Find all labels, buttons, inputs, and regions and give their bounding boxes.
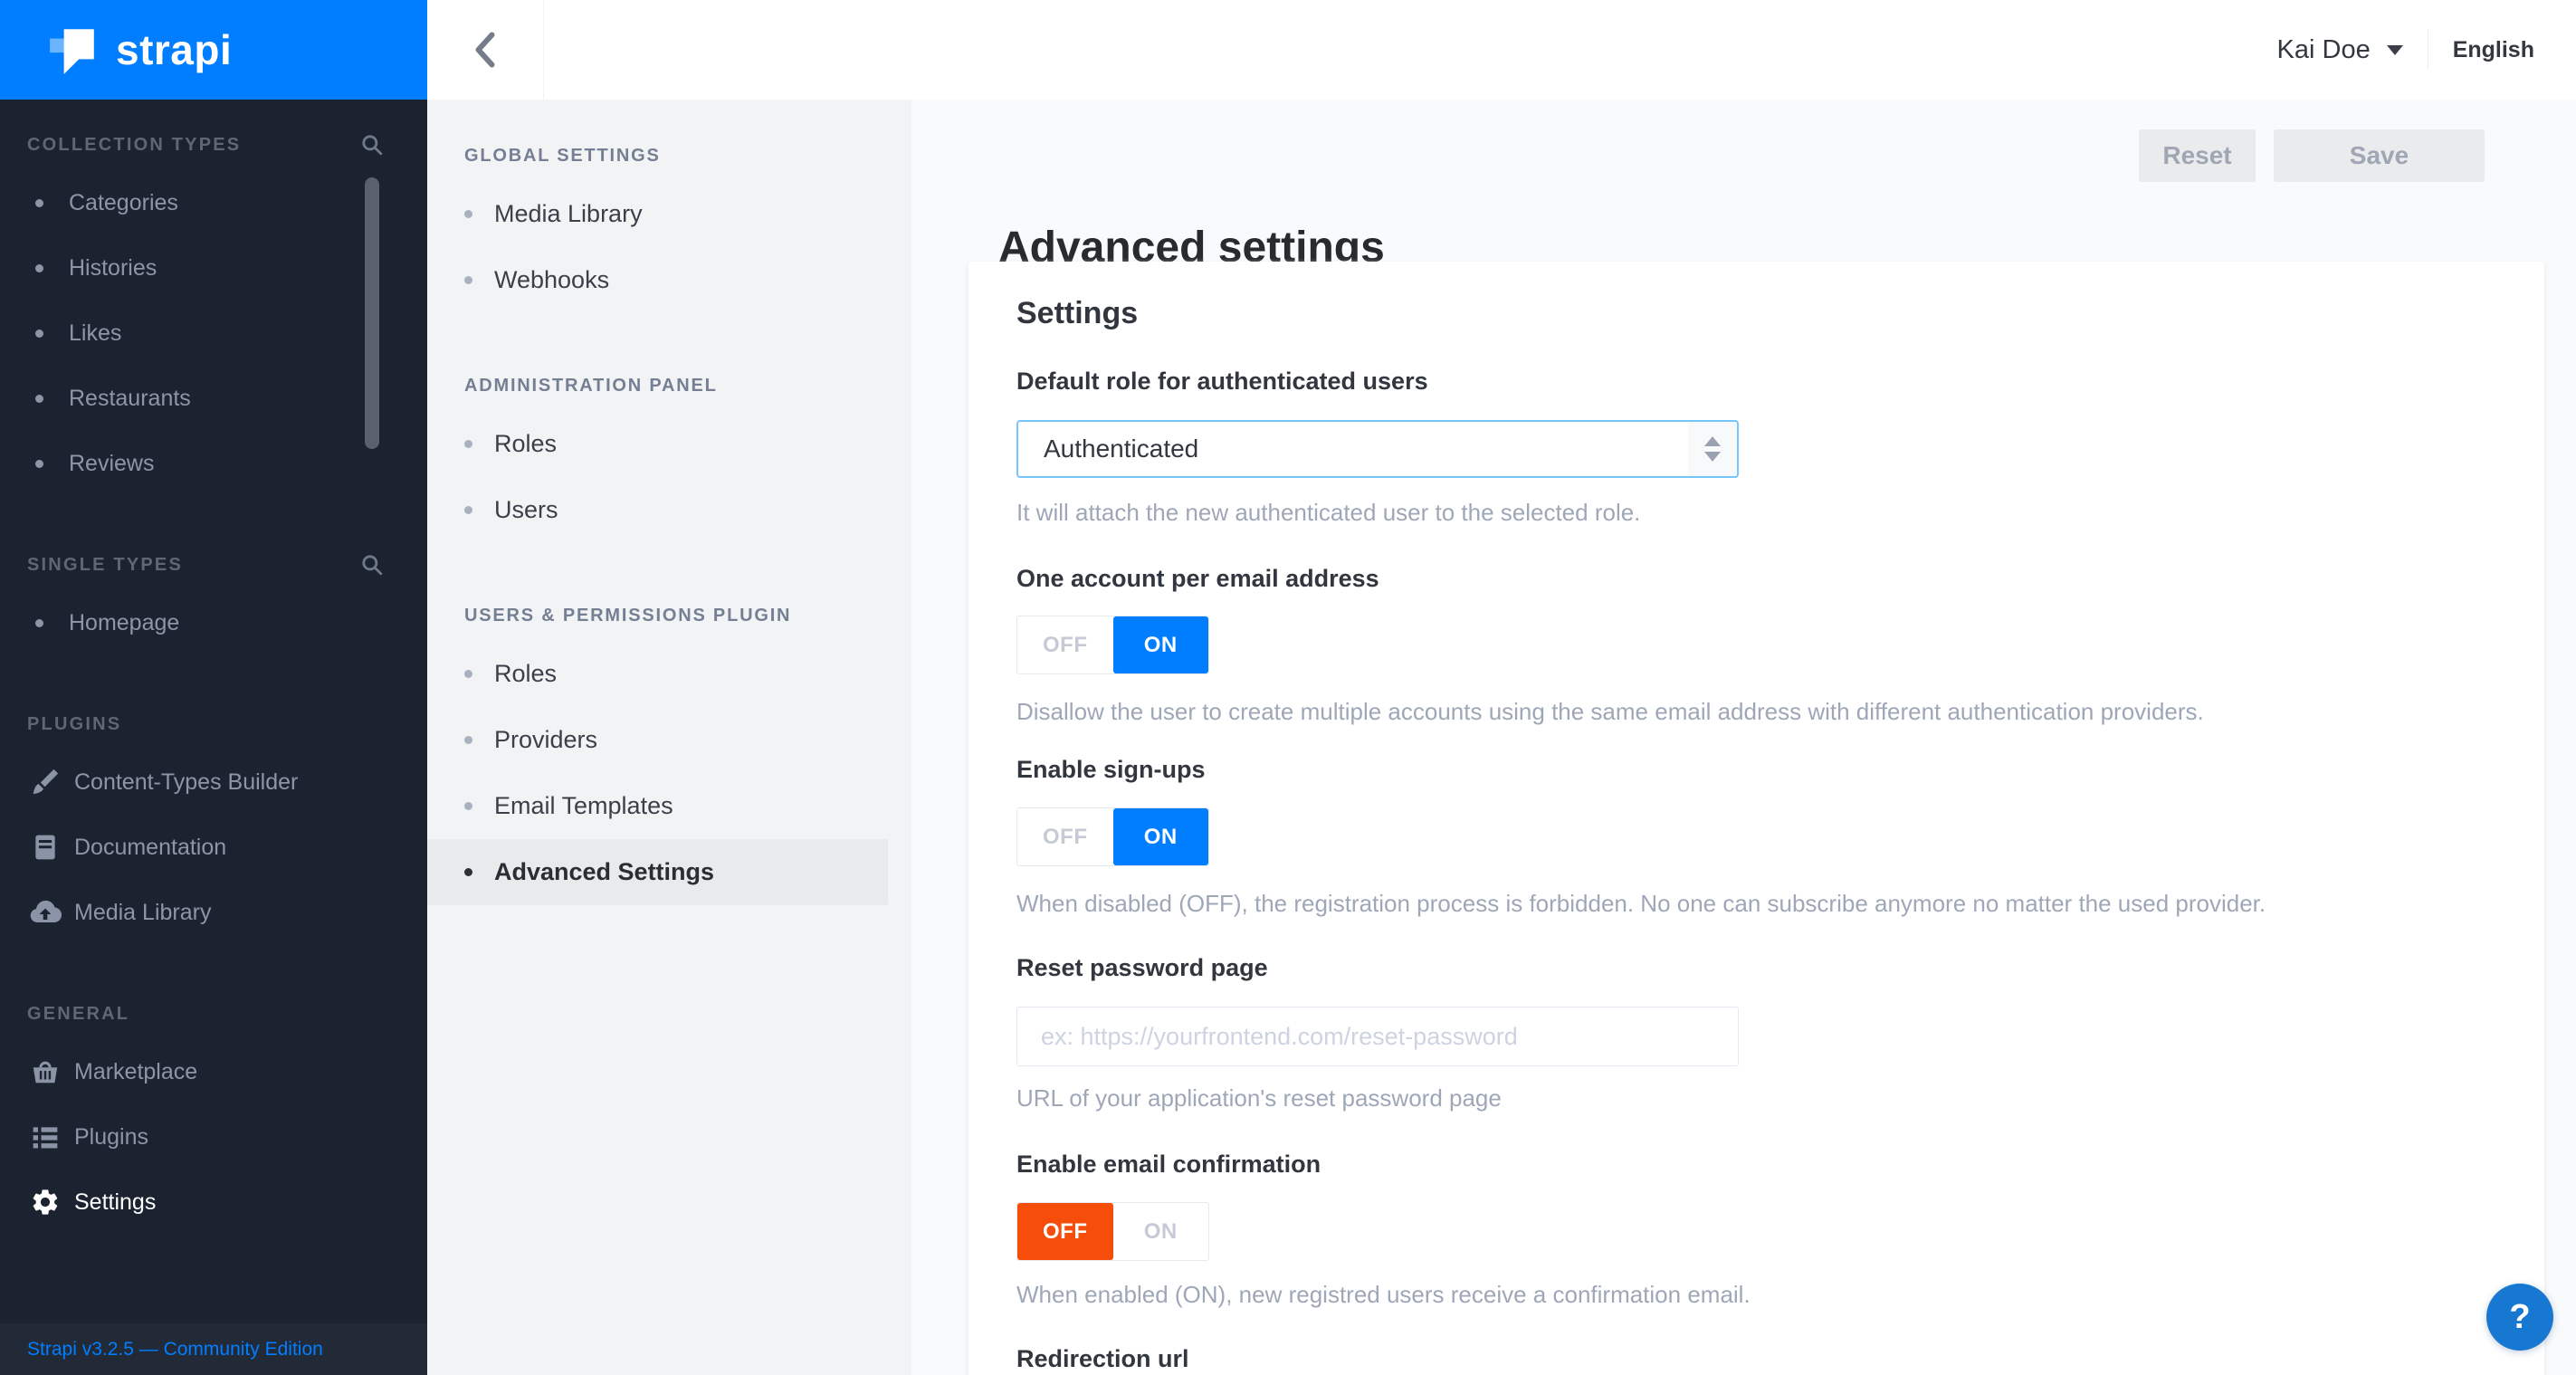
one-account-help: Disallow the user to create multiple acc…: [1016, 698, 2204, 725]
reset-button[interactable]: Reset: [2139, 129, 2256, 182]
main-content: Advanced settings Reset Save Settings De…: [911, 100, 2576, 1375]
one-account-toggle-on[interactable]: ON: [1112, 616, 1208, 673]
settings-nav-admin-roles[interactable]: Roles: [427, 411, 911, 477]
stepper-up-icon: [1704, 436, 1721, 446]
administration-panel-header: ADMINISTRATION PANEL: [464, 375, 718, 396]
users-permissions-header: USERS & PERMISSIONS PLUGIN: [464, 605, 792, 625]
email-confirmation-toggle[interactable]: OFF ON: [1016, 1202, 1209, 1261]
search-icon[interactable]: [360, 133, 384, 157]
stepper-down-icon: [1704, 452, 1721, 462]
bullet-icon: [464, 276, 472, 284]
sidebar-item-settings[interactable]: Settings: [0, 1170, 427, 1235]
sidebar-item-homepage[interactable]: Homepage: [0, 590, 427, 655]
email-confirmation-help: When enabled (ON), new registred users r…: [1016, 1281, 1751, 1308]
sidebar-footer: Strapi v3.2.5 — Community Edition: [0, 1323, 427, 1375]
strapi-version-link[interactable]: Strapi v3.2.5 — Community Edition: [27, 1339, 323, 1361]
bullet-icon: [35, 394, 43, 403]
settings-nav-email-templates[interactable]: Email Templates: [427, 773, 911, 839]
sidebar-item-histories[interactable]: Histories: [0, 235, 427, 301]
language-selector[interactable]: English: [2453, 37, 2534, 63]
bullet-icon: [35, 459, 43, 468]
bullet-icon: [464, 736, 472, 744]
sidebar-item-reviews[interactable]: Reviews: [0, 431, 427, 496]
question-mark-icon: ?: [2509, 1297, 2531, 1336]
sidebar-item-media-library[interactable]: Media Library: [0, 880, 427, 945]
enable-signups-toggle-on[interactable]: ON: [1112, 808, 1208, 865]
user-menu[interactable]: Kai Doe: [2277, 35, 2371, 65]
enable-signups-toggle-off[interactable]: OFF: [1017, 808, 1113, 865]
one-account-label: One account per email address: [1016, 565, 1379, 592]
user-area: Kai Doe English: [2277, 0, 2576, 100]
default-role-label: Default role for authenticated users: [1016, 368, 1428, 395]
bullet-icon: [35, 198, 43, 207]
bullet-icon: [35, 263, 43, 272]
settings-card: Settings Default role for authenticated …: [968, 262, 2544, 1375]
default-role-value: Authenticated: [1044, 434, 1199, 463]
book-icon: [27, 829, 63, 865]
list-icon: [27, 1119, 63, 1155]
bullet-icon: [35, 329, 43, 338]
sidebar-item-content-types-builder[interactable]: Content-Types Builder: [0, 750, 427, 815]
sidebar-item-plugins[interactable]: Plugins: [0, 1104, 427, 1170]
gear-icon: [27, 1184, 63, 1220]
email-confirmation-toggle-on[interactable]: ON: [1113, 1203, 1209, 1260]
bullet-icon: [464, 802, 472, 810]
general-header: GENERAL: [27, 1003, 130, 1024]
settings-nav-advanced-settings[interactable]: Advanced Settings: [427, 839, 888, 905]
help-button[interactable]: ?: [2486, 1284, 2553, 1351]
sidebar-item-marketplace[interactable]: Marketplace: [0, 1039, 427, 1104]
collection-types-header: COLLECTION TYPES: [0, 119, 427, 170]
single-types-header: SINGLE TYPES: [0, 539, 427, 590]
one-account-toggle-off[interactable]: OFF: [1017, 616, 1113, 673]
logo-wordmark: strapi: [116, 26, 233, 73]
default-role-help: It will attach the new authenticated use…: [1016, 499, 1641, 526]
top-bar: Kai Doe English: [427, 0, 2576, 100]
bullet-icon: [35, 618, 43, 627]
email-confirmation-toggle-off[interactable]: OFF: [1017, 1203, 1113, 1260]
one-account-toggle[interactable]: OFF ON: [1016, 616, 1209, 674]
global-settings-header: GLOBAL SETTINGS: [464, 145, 661, 166]
default-role-select[interactable]: Authenticated: [1016, 420, 1739, 478]
basket-icon: [27, 1054, 63, 1090]
sidebar-item-categories[interactable]: Categories: [0, 170, 427, 235]
redirection-url-label: Redirection url: [1016, 1345, 1189, 1372]
settings-sidebar: GLOBAL SETTINGS Media Library Webhooks A…: [427, 100, 911, 1375]
cloud-upload-icon: [27, 894, 63, 931]
plugins-header: PLUGINS: [27, 713, 122, 734]
sidebar-item-likes[interactable]: Likes: [0, 301, 427, 366]
section-title: Settings: [1016, 296, 1139, 330]
strapi-logo-icon: [50, 29, 94, 74]
reset-password-input[interactable]: [1016, 1007, 1739, 1066]
chevron-left-icon: [475, 32, 495, 68]
reset-password-label: Reset password page: [1016, 954, 1268, 981]
search-icon[interactable]: [360, 553, 384, 577]
sidebar-item-documentation[interactable]: Documentation: [0, 815, 427, 880]
enable-signups-label: Enable sign-ups: [1016, 756, 1206, 783]
settings-nav-webhooks[interactable]: Webhooks: [427, 247, 911, 313]
email-confirmation-label: Enable email confirmation: [1016, 1151, 1321, 1178]
sidebar-item-restaurants[interactable]: Restaurants: [0, 366, 427, 431]
reset-password-help: URL of your application's reset password…: [1016, 1084, 1502, 1112]
save-button[interactable]: Save: [2274, 129, 2485, 182]
up-down-stepper-icon[interactable]: [1688, 422, 1737, 476]
bullet-icon: [464, 670, 472, 678]
back-button[interactable]: [427, 0, 544, 100]
enable-signups-toggle[interactable]: OFF ON: [1016, 807, 1209, 866]
strapi-logo[interactable]: strapi: [0, 0, 427, 100]
settings-nav-media-library[interactable]: Media Library: [427, 181, 911, 247]
main-sidebar: strapi COLLECTION TYPES Categories Histo…: [0, 0, 427, 1375]
caret-down-icon[interactable]: [2386, 44, 2403, 55]
bullet-icon: [464, 440, 472, 448]
strapi-admin-app: strapi COLLECTION TYPES Categories Histo…: [0, 0, 2576, 1375]
bullet-icon: [464, 868, 472, 876]
sidebar-scrollbar-thumb[interactable]: [365, 177, 379, 449]
paintbrush-icon: [27, 764, 63, 800]
bullet-icon: [464, 506, 472, 514]
settings-nav-up-roles[interactable]: Roles: [427, 641, 911, 707]
enable-signups-help: When disabled (OFF), the registration pr…: [1016, 890, 2266, 917]
bullet-icon: [464, 210, 472, 218]
settings-nav-providers[interactable]: Providers: [427, 707, 911, 773]
settings-nav-admin-users[interactable]: Users: [427, 477, 911, 543]
